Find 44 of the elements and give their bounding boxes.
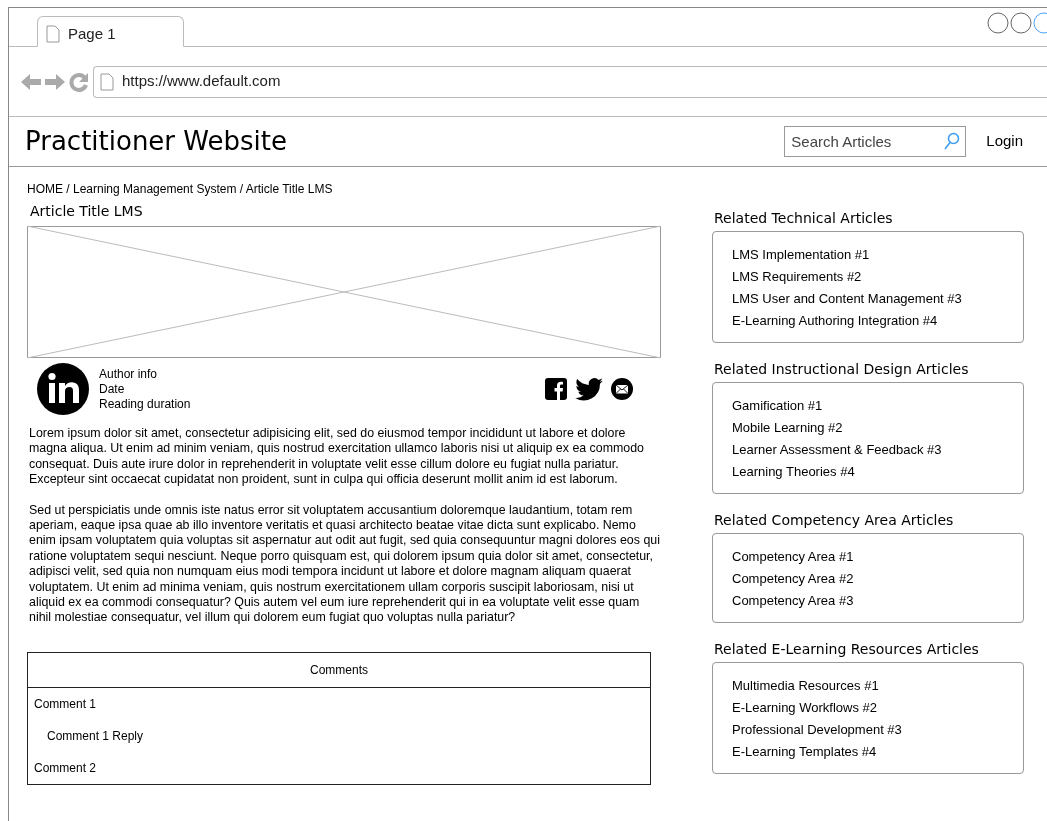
article-link[interactable]: Learning Theories #4: [732, 461, 1004, 483]
breadcrumb: HOME / Learning Management System / Article Title LMS: [27, 181, 334, 198]
mail-icon[interactable]: [611, 378, 633, 400]
article-link[interactable]: LMS Requirements #2: [732, 266, 1004, 288]
author-detail: Author info: [99, 366, 159, 382]
facebook-icon[interactable]: [545, 378, 567, 400]
comment: Comment 1: [33, 695, 98, 713]
page-icon: [46, 25, 60, 43]
article-link[interactable]: LMS User and Content Management #3: [732, 288, 1004, 310]
article-link[interactable]: E-Learning Templates #4: [732, 741, 1004, 763]
article-link[interactable]: Learner Assessment & Feedback #3: [732, 439, 1004, 461]
comment: Comment 2: [33, 759, 98, 777]
browser-tab[interactable]: Page 1: [37, 16, 184, 47]
twitter-icon[interactable]: [575, 377, 603, 401]
site-title: Practitioner Website: [25, 125, 288, 158]
section-title: Related Instructional Design Articles: [714, 360, 970, 379]
login-link[interactable]: Login: [986, 130, 1023, 153]
page-icon: [100, 72, 114, 91]
article-link[interactable]: Professional Development #3: [732, 719, 1004, 741]
article-link[interactable]: Competency Area #3: [732, 590, 1004, 612]
article-title: Article Title LMS: [30, 202, 144, 221]
author-detail: Date: [99, 381, 126, 397]
author-detail: Reading duration: [99, 396, 192, 412]
article-paragraph: Lorem ipsum dolor sit amet, consectetur adipisicing elit, sed do eiusmod tempor incididunt ut labore et dolore magna aliqua. Ut enim ad minim veniam, quis nostrud exercitation ullamco laboris nisi ut aliquip ex ea commodo consequat. Duis aute irure dolor in reprehenderit in voluptate velit esse cillum dolore eu fugiat nulla pariatur. Excepteur sint occaecat cupidatat non proident, sunt in culpa qui officia deserunt mollit anim id est laborum.: [29, 426, 645, 488]
address-bar[interactable]: https://www.default.com: [93, 65, 1047, 98]
section-title: Related Competency Area Articles: [714, 511, 955, 530]
comments-heading: Comments: [28, 652, 650, 688]
linkedin-icon[interactable]: [37, 363, 89, 415]
search-field[interactable]: Search Articles: [784, 126, 967, 157]
article-link[interactable]: Competency Area #2: [732, 568, 1004, 590]
article-link[interactable]: LMS Implementation #1: [732, 244, 1004, 266]
article-link[interactable]: E-Learning Workflows #2: [732, 697, 1004, 719]
article-link[interactable]: Mobile Learning #2: [732, 417, 1004, 439]
article-link[interactable]: Multimedia Resources #1: [732, 675, 1004, 697]
comment-reply: Comment 1 Reply: [46, 727, 145, 745]
article-link[interactable]: Gamification #1: [732, 395, 1004, 417]
search-icon[interactable]: [944, 132, 961, 150]
article-link[interactable]: E-Learning Authoring Integration #4: [732, 310, 1004, 332]
url-text: https://www.default.com: [122, 71, 281, 92]
article-link[interactable]: Competency Area #1: [732, 546, 1004, 568]
article-paragraph: Sed ut perspiciatis unde omnis iste natus error sit voluptatem accusantium doloremque laudantium, totam rem aperiam, eaque ipsa quae ab illo inventore veritatis et quasi architecto beatae vitae dicta sunt explicabo. Nemo enim ipsam voluptatem quia voluptas sit aspernatur aut odit aut fugit, sed quia consequuntur magni dolores eos qui ratione voluptatem sequi nesciunt. Neque porro quisquam est, qui dolorem ipsum quia dolor sit amet, consectetur, adipisci velit, sed quia non numquam eius modi tempora incidunt ut labore et dolore magnam aliquam quaerat voluptatem. Ut enim ad minima veniam, quis nostrum exercitationem ullam corporis suscipit laboriosam, nisi ut aliquid ex ea commodi consequatur? Quis autem vel eum iure reprehenderit qui in ea voluptate velit esse quam nihil molestiae consequatur, vel illum qui dolorem eum fugiat quo voluptas nulla pariatur?: [29, 502, 661, 626]
window-controls-drawing: [987, 11, 1047, 37]
section-title: Related Technical Articles: [714, 209, 894, 228]
section-title: Related E-Learning Resources Articles: [714, 640, 980, 659]
